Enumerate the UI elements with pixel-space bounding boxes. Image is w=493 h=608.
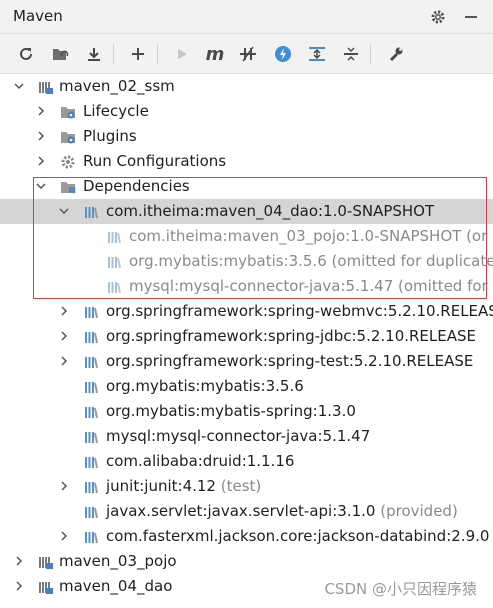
project-label: maven_04_dao: [59, 577, 173, 595]
dependency-label: mysql:mysql-connector-java:5.1.47: [106, 427, 371, 445]
library-icon: [106, 279, 122, 295]
chevron-down-icon[interactable]: [13, 80, 25, 92]
dependency-scope: (provided): [380, 502, 458, 520]
project-label: maven_03_pojo: [59, 552, 177, 570]
folder-gear-icon: [60, 104, 76, 120]
generate-sources-icon[interactable]: [48, 42, 72, 66]
tree-node-transitive-dependency[interactable]: org.mybatis:mybatis:3.5.6 (omitted for d…: [0, 249, 493, 274]
dependency-label: org.springframework:spring-jdbc:5.2.10.R…: [106, 327, 476, 345]
folder-gear-icon: [60, 129, 76, 145]
library-icon: [83, 304, 99, 320]
library-icon: [83, 529, 99, 545]
maven-module-icon: [37, 579, 53, 595]
library-icon: [83, 454, 99, 470]
run-icon[interactable]: [170, 42, 194, 66]
collapse-all-icon[interactable]: [339, 42, 363, 66]
dependency-name: junit:junit:4.12: [106, 477, 216, 495]
chevron-right-icon[interactable]: [13, 580, 25, 592]
chevron-right-icon[interactable]: [58, 305, 70, 317]
execute-goal-icon[interactable]: m: [203, 42, 227, 66]
chevron-down-icon[interactable]: [35, 180, 47, 192]
dependency-scope: (test): [220, 477, 262, 495]
library-icon: [83, 479, 99, 495]
library-icon: [106, 229, 122, 245]
dependency-label: com.fasterxml.jackson.core:jackson-datab…: [106, 527, 490, 545]
settings-wrench-icon[interactable]: [384, 42, 408, 66]
dependency-label: com.alibaba:druid:1.1.16: [106, 452, 295, 470]
tree-node-dependency[interactable]: org.mybatis:mybatis:3.5.6: [0, 374, 493, 399]
library-icon: [83, 379, 99, 395]
library-icon: [83, 504, 99, 520]
lifecycle-label: Lifecycle: [83, 102, 149, 120]
library-icon: [83, 429, 99, 445]
tree-node-run-configurations[interactable]: Run Configurations: [0, 149, 493, 174]
library-icon: [106, 254, 122, 270]
tree-node-dependency[interactable]: org.springframework:spring-test:5.2.10.R…: [0, 349, 493, 374]
tree-node-dependency[interactable]: org.springframework:spring-webmvc:5.2.10…: [0, 299, 493, 324]
chevron-right-icon[interactable]: [58, 355, 70, 367]
minimize-icon[interactable]: [461, 7, 481, 27]
tree-node-plugins[interactable]: Plugins: [0, 124, 493, 149]
tree-node-dependency[interactable]: com.itheima:maven_04_dao:1.0-SNAPSHOT: [0, 199, 493, 224]
tree-node-lifecycle[interactable]: Lifecycle: [0, 99, 493, 124]
tree-node-dependency[interactable]: org.mybatis:mybatis-spring:1.3.0: [0, 399, 493, 424]
tool-window-title: Maven: [13, 7, 63, 25]
gear-icon: [60, 154, 76, 170]
download-icon[interactable]: [82, 42, 106, 66]
chevron-right-icon[interactable]: [58, 530, 70, 542]
reload-icon[interactable]: [14, 42, 38, 66]
skip-tests-icon[interactable]: [271, 42, 295, 66]
library-icon: [83, 204, 99, 220]
chevron-right-icon[interactable]: [58, 480, 70, 492]
chevron-right-icon[interactable]: [35, 105, 47, 117]
chevron-right-icon[interactable]: [13, 555, 25, 567]
dependency-label: org.mybatis:mybatis-spring:1.3.0: [106, 402, 356, 420]
maven-toolbar: m: [0, 34, 493, 74]
dependency-label: org.springframework:spring-test:5.2.10.R…: [106, 352, 474, 370]
tree-node-dependencies[interactable]: Dependencies: [0, 174, 493, 199]
show-dependencies-icon[interactable]: [305, 42, 329, 66]
dependency-label: com.itheima:maven_03_pojo:1.0-SNAPSHOT (…: [129, 227, 488, 245]
tool-window-header: Maven: [0, 0, 493, 34]
dependency-name: javax.servlet:javax.servlet-api:3.1.0: [106, 502, 376, 520]
tree-node-project[interactable]: maven_02_ssm: [0, 74, 493, 99]
dependency-label: junit:junit:4.12 (test): [106, 477, 261, 496]
chevron-down-icon[interactable]: [58, 205, 70, 217]
watermark-text: CSDN @小只因程序猿: [322, 578, 479, 599]
toggle-offline-icon[interactable]: [236, 42, 260, 66]
tree-node-dependency[interactable]: org.springframework:spring-jdbc:5.2.10.R…: [0, 324, 493, 349]
dependency-label: org.mybatis:mybatis:3.5.6 (omitted for d…: [129, 252, 493, 270]
tree-node-dependency[interactable]: com.alibaba:druid:1.1.16: [0, 449, 493, 474]
dependencies-label: Dependencies: [83, 177, 190, 195]
chevron-right-icon[interactable]: [35, 130, 47, 142]
add-icon[interactable]: [126, 42, 150, 66]
tree-node-dependency[interactable]: junit:junit:4.12 (test): [0, 474, 493, 499]
library-icon: [83, 354, 99, 370]
tree-node-dependency[interactable]: com.fasterxml.jackson.core:jackson-datab…: [0, 524, 493, 549]
dependency-label: javax.servlet:javax.servlet-api:3.1.0 (p…: [106, 502, 458, 521]
plugins-label: Plugins: [83, 127, 137, 145]
dependency-label: com.itheima:maven_04_dao:1.0-SNAPSHOT: [106, 202, 435, 220]
project-label: maven_02_ssm: [59, 77, 175, 95]
chevron-right-icon[interactable]: [58, 330, 70, 342]
dependency-label: org.mybatis:mybatis:3.5.6: [106, 377, 304, 395]
gear-icon[interactable]: [428, 7, 448, 27]
dependency-label: mysql:mysql-connector-java:5.1.47 (omitt…: [129, 277, 488, 295]
tree-node-dependency[interactable]: javax.servlet:javax.servlet-api:3.1.0 (p…: [0, 499, 493, 524]
library-icon: [83, 329, 99, 345]
run-configurations-label: Run Configurations: [83, 152, 227, 170]
dependency-label: org.springframework:spring-webmvc:5.2.10…: [106, 302, 493, 320]
maven-project-tree: maven_02_ssm Lifecycle Plugins Run Confi…: [0, 74, 493, 608]
folder-library-icon: [60, 179, 76, 195]
maven-module-icon: [37, 554, 53, 570]
tree-node-dependency[interactable]: mysql:mysql-connector-java:5.1.47: [0, 424, 493, 449]
chevron-right-icon[interactable]: [35, 155, 47, 167]
library-icon: [83, 404, 99, 420]
tree-node-transitive-dependency[interactable]: com.itheima:maven_03_pojo:1.0-SNAPSHOT (…: [0, 224, 493, 249]
tree-node-transitive-dependency[interactable]: mysql:mysql-connector-java:5.1.47 (omitt…: [0, 274, 493, 299]
maven-module-icon: [37, 79, 53, 95]
tree-node-project[interactable]: maven_03_pojo: [0, 549, 493, 574]
